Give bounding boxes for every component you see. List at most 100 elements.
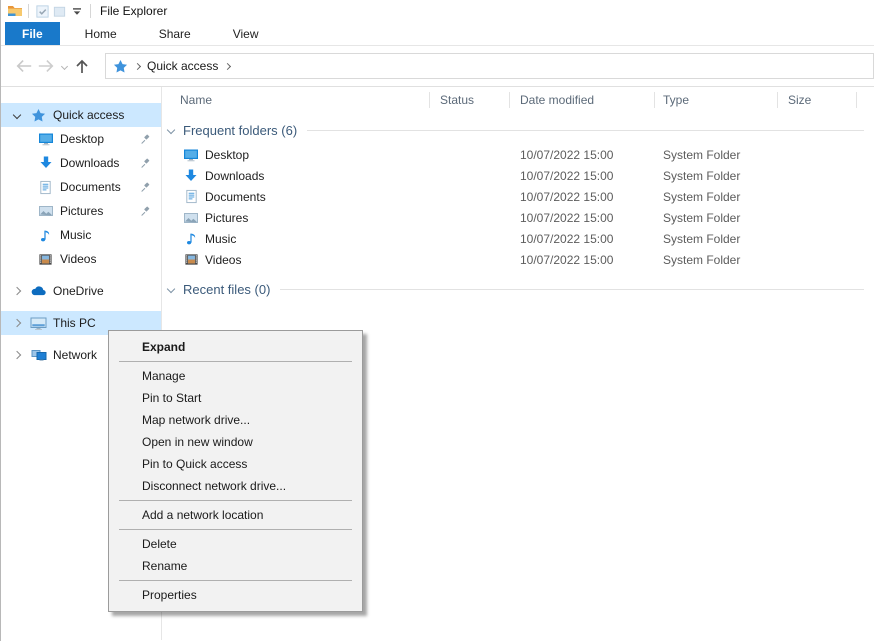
tab-file[interactable]: File: [5, 22, 60, 45]
menu-item-delete[interactable]: Delete: [109, 533, 362, 555]
music-icon: [183, 231, 199, 247]
column-header-size[interactable]: Size: [778, 87, 857, 113]
column-header-date-modified[interactable]: Date modified: [510, 87, 655, 113]
up-icon[interactable]: [71, 55, 93, 77]
sidebar-item-quick-access[interactable]: Quick access: [1, 103, 161, 127]
menu-item-properties[interactable]: Properties: [109, 584, 362, 606]
customize-quick-access-toolbar-icon[interactable]: [68, 3, 85, 20]
sidebar-item-videos[interactable]: Videos: [1, 247, 161, 271]
pictures-icon: [183, 210, 199, 226]
menu-item-disconnect-network-drive[interactable]: Disconnect network drive...: [109, 475, 362, 497]
menu-item-manage[interactable]: Manage: [109, 365, 362, 387]
window-title: File Explorer: [100, 4, 167, 18]
tab-view[interactable]: View: [216, 22, 276, 45]
menu-item-open-in-new-window[interactable]: Open in new window: [109, 431, 362, 453]
sidebar-item-documents[interactable]: Documents: [1, 175, 161, 199]
group-header-frequent-folders[interactable]: Frequent folders (6): [166, 123, 874, 138]
menu-item-pin-to-start[interactable]: Pin to Start: [109, 387, 362, 409]
tab-share[interactable]: Share: [142, 22, 208, 45]
qat-separator: [28, 4, 29, 18]
file-type: System Folder: [655, 253, 778, 267]
sidebar-item-label: Network: [53, 348, 97, 362]
file-row-pictures[interactable]: Pictures 10/07/2022 15:00 System Folder: [162, 207, 874, 228]
file-date-modified: 10/07/2022 15:00: [510, 190, 655, 204]
chevron-down-icon[interactable]: [9, 112, 25, 118]
file-name: Videos: [205, 253, 241, 267]
file-type: System Folder: [655, 232, 778, 246]
sidebar-item-label: OneDrive: [53, 284, 104, 298]
breadcrumb-quick-access[interactable]: Quick access: [147, 59, 218, 73]
this-pc-context-menu: Expand Manage Pin to Start Map network d…: [108, 330, 363, 612]
file-name: Documents: [205, 190, 266, 204]
onedrive-cloud-icon: [30, 283, 47, 300]
file-date-modified: 10/07/2022 15:00: [510, 169, 655, 183]
file-type: System Folder: [655, 148, 778, 162]
file-name: Pictures: [205, 211, 248, 225]
file-date-modified: 10/07/2022 15:00: [510, 148, 655, 162]
sidebar-item-downloads[interactable]: Downloads: [1, 151, 161, 175]
sidebar-item-pictures[interactable]: Pictures: [1, 199, 161, 223]
sidebar-item-label: Documents: [60, 180, 121, 194]
forward-icon[interactable]: [35, 55, 57, 77]
file-row-videos[interactable]: Videos 10/07/2022 15:00 System Folder: [162, 249, 874, 270]
breadcrumb-chevron-icon[interactable]: [134, 62, 141, 69]
group-rule: [307, 130, 864, 131]
menu-item-expand[interactable]: Expand: [109, 336, 362, 358]
pin-icon[interactable]: [140, 134, 151, 145]
file-row-music[interactable]: Music 10/07/2022 15:00 System Folder: [162, 228, 874, 249]
file-row-documents[interactable]: Documents 10/07/2022 15:00 System Folder: [162, 186, 874, 207]
properties-quick-icon[interactable]: [34, 3, 51, 20]
file-name: Music: [205, 232, 236, 246]
sidebar-item-label: Pictures: [60, 204, 103, 218]
menu-separator: [119, 500, 352, 501]
sidebar-item-label: Desktop: [60, 132, 104, 146]
file-row-downloads[interactable]: Downloads 10/07/2022 15:00 System Folder: [162, 165, 874, 186]
file-type: System Folder: [655, 190, 778, 204]
chevron-right-icon[interactable]: [9, 288, 25, 294]
recent-locations-dropdown-icon[interactable]: [57, 55, 71, 77]
tab-home[interactable]: Home: [68, 22, 134, 45]
file-date-modified: 10/07/2022 15:00: [510, 253, 655, 267]
file-row-desktop[interactable]: Desktop 10/07/2022 15:00 System Folder: [162, 144, 874, 165]
group-rule: [280, 289, 864, 290]
sidebar-item-label: Videos: [60, 252, 96, 266]
menu-item-pin-to-quick-access[interactable]: Pin to Quick access: [109, 453, 362, 475]
menu-item-map-network-drive[interactable]: Map network drive...: [109, 409, 362, 431]
address-bar[interactable]: Quick access: [105, 53, 874, 79]
sidebar-item-label: Quick access: [53, 108, 124, 122]
pictures-icon: [37, 203, 54, 220]
column-header-type[interactable]: Type: [655, 87, 778, 113]
file-date-modified: 10/07/2022 15:00: [510, 232, 655, 246]
sidebar-item-music[interactable]: Music: [1, 223, 161, 247]
pin-icon[interactable]: [140, 158, 151, 169]
menu-item-rename[interactable]: Rename: [109, 555, 362, 577]
collapse-group-icon[interactable]: [167, 125, 175, 133]
back-icon[interactable]: [13, 55, 35, 77]
pin-icon[interactable]: [140, 206, 151, 217]
collapse-group-icon[interactable]: [167, 284, 175, 292]
file-name: Downloads: [205, 169, 264, 183]
new-folder-quick-icon[interactable]: [51, 3, 68, 20]
menu-separator: [119, 361, 352, 362]
chevron-right-icon[interactable]: [9, 352, 25, 358]
breadcrumb-chevron-icon[interactable]: [224, 62, 231, 69]
desktop-icon: [37, 131, 54, 148]
videos-icon: [37, 251, 54, 268]
column-headers: Name Status Date modified Type Size: [162, 87, 874, 113]
file-type: System Folder: [655, 169, 778, 183]
pin-icon[interactable]: [140, 182, 151, 193]
this-pc-monitor-icon: [30, 315, 47, 332]
downloads-icon: [183, 168, 199, 184]
group-header-recent-files[interactable]: Recent files (0): [166, 282, 874, 297]
chevron-right-icon[interactable]: [9, 320, 25, 326]
sidebar-item-label: Downloads: [60, 156, 119, 170]
quick-access-star-icon: [30, 107, 47, 124]
file-name: Desktop: [205, 148, 249, 162]
sidebar-item-onedrive[interactable]: OneDrive: [1, 279, 161, 303]
column-header-status[interactable]: Status: [430, 87, 510, 113]
column-header-name[interactable]: Name: [162, 87, 430, 113]
sidebar-item-label: Music: [60, 228, 91, 242]
sidebar-item-desktop[interactable]: Desktop: [1, 127, 161, 151]
menu-item-add-network-location[interactable]: Add a network location: [109, 504, 362, 526]
group-label: Recent files (0): [183, 282, 270, 297]
